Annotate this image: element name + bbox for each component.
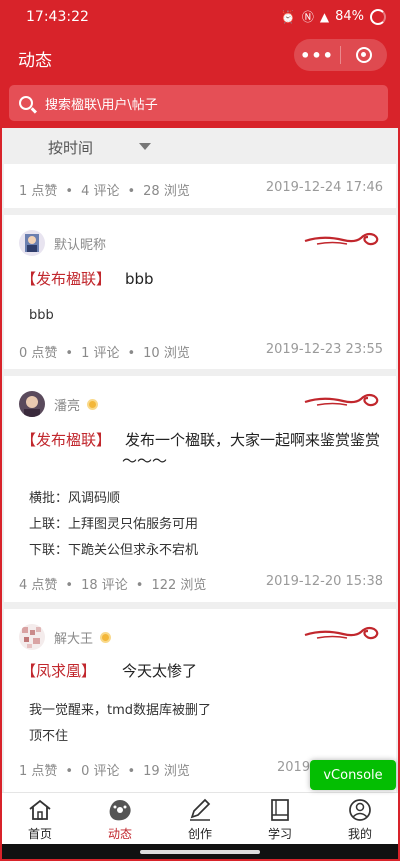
post-title-text: 发布一个楹联，大家一起啊来鉴赏鉴赏 xyxy=(125,431,381,449)
post-stats: 1 点赞 • 0 评论 • 19 浏览 xyxy=(19,764,190,779)
likes-count: 0 点赞 xyxy=(19,346,58,361)
post-title-text: bbb xyxy=(125,270,154,288)
post-body-line: bbb xyxy=(29,308,54,323)
post-author[interactable]: 默认昵称 xyxy=(19,229,106,257)
trends-icon xyxy=(109,800,131,821)
alarm-icon: ⏰ xyxy=(280,9,296,24)
post-title: 【发布楹联】 bbb xyxy=(21,268,154,290)
chevron-down-icon xyxy=(139,143,151,150)
medal-icon xyxy=(87,398,99,410)
post-tag: 【发布楹联】 xyxy=(21,431,112,449)
author-name: 默认昵称 xyxy=(54,237,107,253)
post-title: 【凤求凰】 今天太惨了 xyxy=(21,660,197,682)
tab-label: 我的 xyxy=(347,827,372,841)
post-body-line: 下联：下跪关公但求永不宕机 xyxy=(29,543,199,558)
post-date: 2019-12-20 15:38 xyxy=(265,574,383,589)
post-tag: 【凤求凰】 xyxy=(21,662,97,680)
post-title: 【发布楹联】 发布一个楹联，大家一起啊来鉴赏鉴赏 xyxy=(21,429,380,451)
post-title-text: 今天太惨了 xyxy=(122,662,198,680)
post-stats: 0 点赞 • 1 评论 • 10 浏览 xyxy=(19,346,190,361)
tab-trends[interactable]: 动态 xyxy=(80,793,160,844)
search-input[interactable]: 搜索楹联\用户\帖子 xyxy=(9,85,388,121)
post-stats: 4 点赞 • 18 评论 • 122 浏览 xyxy=(19,578,207,593)
post-title-continuation: ～～～ xyxy=(122,452,168,470)
post-stats: 1 点赞 • 4 评论 • 28 浏览 xyxy=(19,184,190,199)
cloud-ornament-icon xyxy=(304,232,379,246)
tab-bar: 首页 动态 创作 学习 我的 xyxy=(0,792,400,844)
page-title: 动态 xyxy=(18,51,52,71)
pen-icon xyxy=(190,798,211,821)
post-card[interactable]: 潘亮 【发布楹联】 发布一个楹联，大家一起啊来鉴赏鉴赏 ～～～ 横批：风调码顺 上… xyxy=(4,376,396,602)
medal-icon xyxy=(100,631,112,643)
views-count: 122 浏览 xyxy=(151,578,207,593)
search-icon xyxy=(19,96,33,110)
book-icon xyxy=(271,799,289,821)
close-program-button[interactable] xyxy=(341,47,387,63)
author-name: 潘亮 xyxy=(54,398,81,414)
signal-icon: ▲ xyxy=(319,9,330,24)
sort-label: 按时间 xyxy=(48,139,94,157)
comments-count: 0 评论 xyxy=(81,764,120,779)
target-icon xyxy=(356,47,372,63)
comments-count: 1 评论 xyxy=(81,346,120,361)
nfc-icon: Ⓝ xyxy=(301,10,314,24)
post-body-line: 我一觉醒来，tmd数据库被删了 xyxy=(29,703,212,718)
cloud-ornament-icon xyxy=(304,393,379,407)
system-nav-bar xyxy=(0,844,400,861)
post-feed[interactable]: 1 点赞 • 4 评论 • 28 浏览 2019-12-24 17:46 默认昵称 【发… xyxy=(0,164,400,792)
status-bar: 17:43:22 ⏰ Ⓝ ▲ 84% xyxy=(0,0,400,34)
user-icon xyxy=(349,799,371,821)
vconsole-button[interactable]: vConsole xyxy=(310,760,396,790)
tab-learn[interactable]: 学习 xyxy=(240,793,320,844)
post-card[interactable]: 1 点赞 • 4 评论 • 28 浏览 2019-12-24 17:46 xyxy=(4,164,396,208)
avatar xyxy=(19,230,45,256)
post-body-line: 横批：风调码顺 xyxy=(29,491,121,506)
cloud-ornament-icon xyxy=(304,626,379,640)
tab-home[interactable]: 首页 xyxy=(0,793,80,844)
tab-profile[interactable]: 我的 xyxy=(320,793,400,844)
post-author[interactable]: 解大王 xyxy=(19,623,112,651)
sort-dropdown[interactable]: 按时间 xyxy=(0,128,400,164)
nav-bar: 动态 ••• xyxy=(0,34,400,78)
home-icon xyxy=(29,799,51,820)
views-count: 28 浏览 xyxy=(143,184,190,199)
likes-count: 4 点赞 xyxy=(19,578,58,593)
views-count: 10 浏览 xyxy=(143,346,190,361)
battery-text: 84% xyxy=(335,9,364,24)
tab-label: 首页 xyxy=(27,827,52,841)
author-name: 解大王 xyxy=(54,631,94,647)
views-count: 19 浏览 xyxy=(143,764,190,779)
post-date: 2019-12-24 17:46 xyxy=(265,180,383,195)
mini-program-capsule: ••• xyxy=(294,39,387,71)
tab-create[interactable]: 创作 xyxy=(160,793,240,844)
battery-icon xyxy=(370,8,386,25)
comments-count: 18 评论 xyxy=(81,578,128,593)
tab-label: 动态 xyxy=(107,827,132,841)
comments-count: 4 评论 xyxy=(81,184,120,199)
home-indicator[interactable] xyxy=(140,850,260,854)
tab-label: 创作 xyxy=(187,827,212,841)
post-card[interactable]: 默认昵称 【发布楹联】 bbb bbb 0 点赞 • 1 评论 • 10 浏览 2019-… xyxy=(4,215,396,369)
search-bar: 搜索楹联\用户\帖子 xyxy=(0,78,400,128)
post-date: 2019-12-23 23:55 xyxy=(265,342,383,357)
likes-count: 1 点赞 xyxy=(19,764,58,779)
post-author[interactable]: 潘亮 xyxy=(19,390,99,418)
avatar xyxy=(19,391,45,417)
avatar xyxy=(19,624,45,650)
likes-count: 1 点赞 xyxy=(19,184,58,199)
tab-label: 学习 xyxy=(267,827,292,841)
search-placeholder: 搜索楹联\用户\帖子 xyxy=(45,97,158,113)
post-tag: 【发布楹联】 xyxy=(21,270,112,288)
more-icon[interactable]: ••• xyxy=(294,46,340,65)
post-body-line: 顶不住 xyxy=(29,729,69,744)
status-time: 17:43:22 xyxy=(26,9,89,25)
post-body-line: 上联：上拜图灵只佑服务可用 xyxy=(29,517,199,532)
